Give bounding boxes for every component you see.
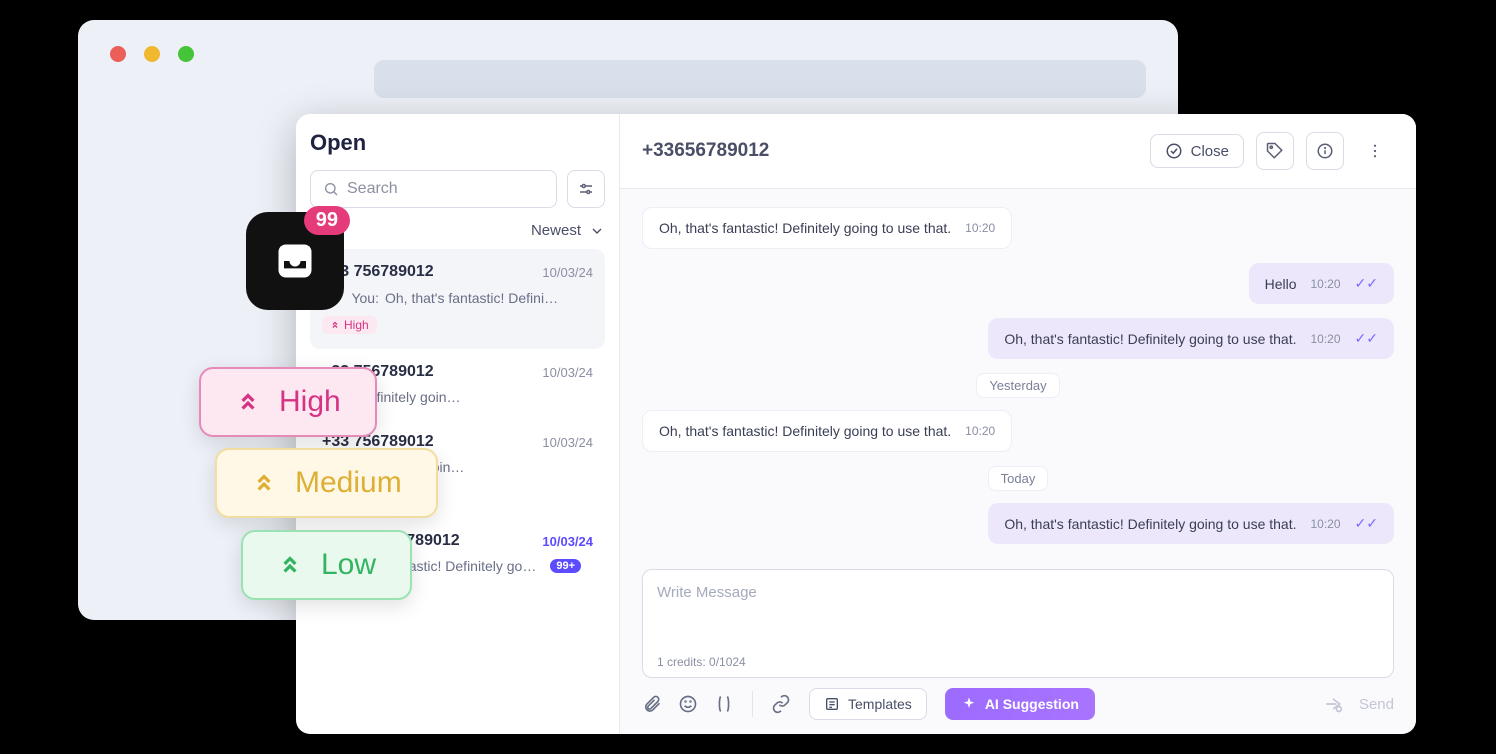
message-time: 10:20 <box>1311 332 1341 346</box>
search-input[interactable]: Search <box>310 170 557 208</box>
app-window: Open Search Newest +33 756789012 10/03/2… <box>296 114 1416 734</box>
chevrons-up-icon <box>330 320 340 330</box>
message-time: 10:20 <box>1311 277 1341 291</box>
tag-icon <box>1266 142 1284 160</box>
attachment-icon[interactable] <box>642 694 662 714</box>
message-row: Oh, that's fantastic! Definitely going t… <box>642 410 1394 452</box>
priority-pill-high: High <box>199 367 377 437</box>
you-label: You: <box>351 290 379 306</box>
message-text: Oh, that's fantastic! Definitely going t… <box>1004 331 1296 347</box>
chat-panel: +33656789012 Close Oh, <box>620 114 1416 734</box>
priority-badge: High <box>322 316 377 334</box>
ai-label: AI Suggestion <box>985 696 1079 712</box>
pill-label: Medium <box>295 466 402 500</box>
chevrons-up-icon <box>277 552 303 578</box>
sidebar-title: Open <box>310 130 605 156</box>
inbox-badge: 99 <box>304 206 350 235</box>
message-row: Oh, that's fantastic! Definitely going t… <box>642 207 1394 249</box>
sparkle-icon <box>961 696 977 712</box>
sort-dropdown[interactable]: Newest <box>310 222 605 239</box>
message-time: 10:20 <box>965 221 995 235</box>
message-row: Hello 10:20 ✓✓ <box>642 263 1394 304</box>
url-bar[interactable] <box>374 60 1146 98</box>
composer: 1 credits: 0/1024 Templates AI Suggestio… <box>620 569 1416 734</box>
search-icon <box>323 181 339 197</box>
minimize-dot[interactable] <box>144 46 160 62</box>
inbox-widget[interactable]: 99 <box>246 212 344 310</box>
ai-suggestion-button[interactable]: AI Suggestion <box>945 688 1095 720</box>
template-icon <box>824 696 840 712</box>
chevron-down-icon <box>589 223 605 239</box>
message-bubble: Oh, that's fantastic! Definitely going t… <box>642 207 1012 249</box>
more-vertical-icon <box>1366 142 1384 160</box>
templates-label: Templates <box>848 696 912 712</box>
chevrons-up-icon <box>235 389 261 415</box>
more-button[interactable] <box>1356 132 1394 170</box>
unread-count: 99+ <box>550 559 581 573</box>
pill-label: High <box>279 385 341 419</box>
message-text: Hello <box>1265 276 1297 292</box>
sliders-icon <box>577 180 595 198</box>
chat-header: +33656789012 Close <box>620 114 1416 189</box>
message-bubble: Oh, that's fantastic! Definitely going t… <box>642 410 1012 452</box>
message-text: Oh, that's fantastic! Definitely going t… <box>659 220 951 236</box>
thread-item[interactable]: +33 756789012 10/03/24 ✓✓ You: Oh, that'… <box>310 249 605 349</box>
priority-label: High <box>344 318 369 332</box>
message-bubble: Oh, that's fantastic! Definitely going t… <box>988 503 1394 544</box>
credits-text: 1 credits: 0/1024 <box>657 655 1379 669</box>
message-time: 10:20 <box>1311 517 1341 531</box>
message-bubble: Oh, that's fantastic! Definitely going t… <box>988 318 1394 359</box>
divider <box>752 691 753 717</box>
message-row: Oh, that's fantastic! Definitely going t… <box>642 503 1394 544</box>
info-button[interactable] <box>1306 132 1344 170</box>
filter-button[interactable] <box>567 170 605 208</box>
message-bubble: Hello 10:20 ✓✓ <box>1249 263 1394 304</box>
sort-label: Newest <box>531 222 581 239</box>
link-icon[interactable] <box>771 694 791 714</box>
thread-date: 10/03/24 <box>542 435 593 450</box>
maximize-dot[interactable] <box>178 46 194 62</box>
message-row: Oh, that's fantastic! Definitely going t… <box>642 318 1394 359</box>
message-time: 10:20 <box>965 424 995 438</box>
templates-button[interactable]: Templates <box>809 688 927 720</box>
info-icon <box>1316 142 1334 160</box>
chat-title: +33656789012 <box>642 140 769 162</box>
variable-icon[interactable] <box>714 694 734 714</box>
priority-pill-medium: Medium <box>215 448 438 518</box>
search-placeholder: Search <box>347 180 398 198</box>
close-dot[interactable] <box>110 46 126 62</box>
thread-preview: Oh, that's fantastic! Defini… <box>385 290 558 306</box>
thread-date: 10/03/24 <box>542 534 593 549</box>
send-label[interactable]: Send <box>1359 696 1394 713</box>
message-text: Oh, that's fantastic! Definitely going t… <box>659 423 951 439</box>
message-text: Oh, that's fantastic! Definitely going t… <box>1004 516 1296 532</box>
date-separator: Yesterday <box>642 373 1394 398</box>
message-input[interactable] <box>657 584 1379 644</box>
tag-button[interactable] <box>1256 132 1294 170</box>
chevrons-up-icon <box>251 470 277 496</box>
read-checks-icon: ✓✓ <box>1355 275 1378 292</box>
read-checks-icon: ✓✓ <box>1355 515 1378 532</box>
thread-date: 10/03/24 <box>542 265 593 280</box>
thread-date: 10/03/24 <box>542 365 593 380</box>
check-circle-icon <box>1165 142 1183 160</box>
read-checks-icon: ✓✓ <box>1355 330 1378 347</box>
close-label: Close <box>1191 143 1229 160</box>
inbox-icon <box>273 239 317 283</box>
priority-pill-low: Low <box>241 530 412 600</box>
date-separator: Today <box>642 466 1394 491</box>
close-button[interactable]: Close <box>1150 134 1244 168</box>
send-icon[interactable] <box>1323 694 1343 714</box>
emoji-icon[interactable] <box>678 694 698 714</box>
pill-label: Low <box>321 548 376 582</box>
message-list[interactable]: Oh, that's fantastic! Definitely going t… <box>620 189 1416 569</box>
